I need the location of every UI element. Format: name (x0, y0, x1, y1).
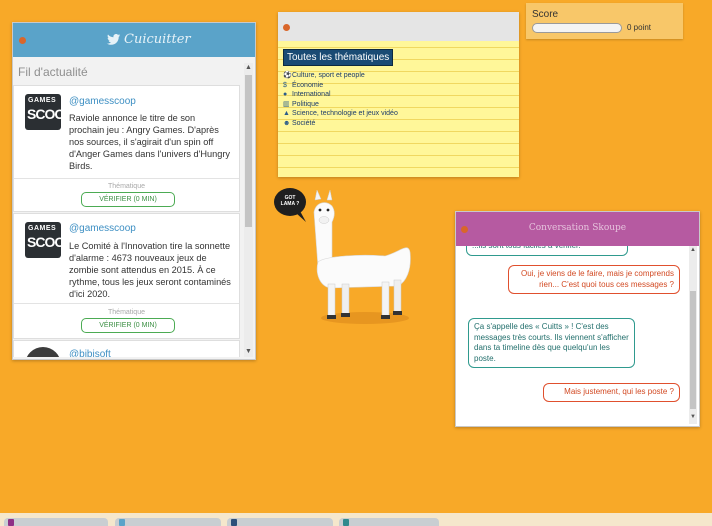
post-card: GAMES SCOOP @gamesscoop Raviole annonce … (13, 85, 240, 212)
feed-scrollbar[interactable]: ▲ ▼ (244, 63, 253, 357)
theme-item-science[interactable]: ▲ Science, technologie et jeux vidéo (283, 109, 398, 119)
theme-item-politique[interactable]: ▥ Politique (283, 100, 398, 110)
theme-label: Politique (292, 100, 319, 108)
globe-icon: ● (283, 91, 288, 98)
gamesscoop-avatar[interactable]: GAMES SCOOP (25, 222, 74, 258)
score-value: 0 point (627, 23, 652, 32)
chat-scrollbar[interactable]: ▲ ▼ (689, 246, 697, 424)
avatar-logo-bottom: SCOOP (27, 106, 74, 122)
people-icon: ☻ (283, 119, 291, 127)
bird-icon (107, 34, 120, 45)
brand-label: Cuicuitter (124, 32, 191, 47)
theme-label: International (292, 91, 331, 98)
window-close-dot[interactable] (19, 37, 26, 44)
post-theme-label: Thématique (108, 309, 145, 316)
chat-message-outgoing: Mais justement, qui les poste ? (543, 383, 680, 402)
score-progress-bar (532, 23, 622, 33)
all-themes-button[interactable]: Toutes les thématiques (283, 49, 394, 66)
app-icon (343, 519, 349, 526)
flask-icon: ▲ (283, 110, 290, 117)
cuicuitter-brand: Cuicuitter (107, 32, 191, 47)
themes-panel-header[interactable] (278, 12, 519, 41)
verify-button[interactable]: VÉRIFIER (0 MIN) (81, 318, 175, 333)
post-card: GAMES SCOOP @gamesscoop Le Comité à l'In… (13, 213, 240, 339)
verify-button[interactable]: VÉRIFIER (0 MIN) (81, 192, 175, 207)
app-icon (231, 519, 237, 526)
llama-speech-bubble: GOT LAMA ? (280, 195, 300, 207)
avatar-logo-top: GAMES (28, 97, 57, 104)
post-text: Raviole annonce le titre de son prochain… (69, 113, 231, 171)
skoupe-window[interactable]: Conversation Skoupe ...ils sont tous fac… (455, 211, 700, 427)
gamesscoop-avatar[interactable]: GAMES SCOOP (25, 94, 74, 130)
theme-label: Économie (292, 81, 324, 89)
post-divider (14, 303, 239, 304)
theme-label: Société (292, 119, 316, 127)
post-theme-label: Thématique (108, 183, 145, 190)
window-close-dot[interactable] (283, 24, 290, 31)
post-handle[interactable]: @gamesscoop (69, 96, 136, 107)
taskbar-item-app-3[interactable] (227, 518, 333, 526)
feed-title: Fil d'actualité (18, 65, 88, 79)
skoupe-title: Conversation Skoupe (528, 223, 627, 233)
scroll-down-icon[interactable]: ▼ (245, 348, 252, 355)
feed-list[interactable]: GAMES SCOOP @gamesscoop Raviole annonce … (13, 85, 242, 357)
theme-label: Culture, sport et people (292, 72, 365, 79)
post-divider (14, 178, 239, 179)
scroll-up-icon[interactable]: ▲ (690, 247, 696, 253)
avatar-logo-top: GAMES (28, 225, 57, 232)
theme-item-culture[interactable]: ⚽Culture, sport et people (283, 71, 398, 81)
cuicuitter-window[interactable]: Cuicuitter Fil d'actualité GAMES SCOOP @… (12, 22, 256, 360)
app-icon (8, 519, 14, 526)
avatar-logo-bottom: SCOOP (27, 234, 74, 250)
scroll-up-icon[interactable]: ▲ (245, 64, 252, 71)
chat-history[interactable]: ...ils sont tous faciles à vérifier. Oui… (456, 246, 688, 424)
theme-item-economie[interactable]: $ Économie (283, 81, 398, 91)
taskbar-item-app-4[interactable] (339, 518, 439, 526)
scroll-down-icon[interactable]: ▼ (690, 414, 696, 420)
bibisoft-avatar[interactable] (25, 347, 61, 357)
score-label: Score (532, 9, 559, 20)
themes-panel: Toutes les thématiques ⚽Culture, sport e… (278, 12, 519, 177)
post-card: @bibisoft (13, 340, 240, 357)
theme-list: ⚽Culture, sport et people $ Économie ● Int… (283, 71, 398, 128)
chat-message-incoming: Ça s'appelle des « Cuitts » ! C'est des … (468, 318, 635, 368)
theme-item-societe[interactable]: ☻ Société (283, 119, 398, 129)
post-text: Le Comité à l'Innovation tire la sonnett… (69, 241, 231, 299)
taskbar (0, 513, 712, 526)
theme-label: Science, technologie et jeux vidéo (292, 110, 398, 117)
chat-message-incoming: ...ils sont tous faciles à vérifier. (466, 246, 628, 256)
theme-item-international[interactable]: ● International (283, 90, 398, 100)
chat-message-outgoing: Oui, je viens de le faire, mais je compr… (508, 265, 680, 294)
taskbar-item-app-1[interactable] (4, 518, 108, 526)
post-handle[interactable]: @bibisoft (69, 349, 111, 357)
building-icon: ▥ (283, 100, 290, 108)
money-icon: $ (283, 81, 287, 89)
skoupe-titlebar[interactable]: Conversation Skoupe (456, 212, 699, 246)
ball-icon: ⚽ (283, 72, 292, 79)
scrollbar-thumb[interactable] (690, 291, 696, 409)
post-handle[interactable]: @gamesscoop (69, 223, 136, 234)
taskbar-item-cuicuitter[interactable] (115, 518, 221, 526)
scrollbar-thumb[interactable] (245, 75, 252, 227)
score-panel: Score 0 point (526, 3, 683, 39)
cuicuitter-titlebar[interactable]: Cuicuitter (13, 23, 255, 57)
bird-icon (119, 519, 125, 526)
